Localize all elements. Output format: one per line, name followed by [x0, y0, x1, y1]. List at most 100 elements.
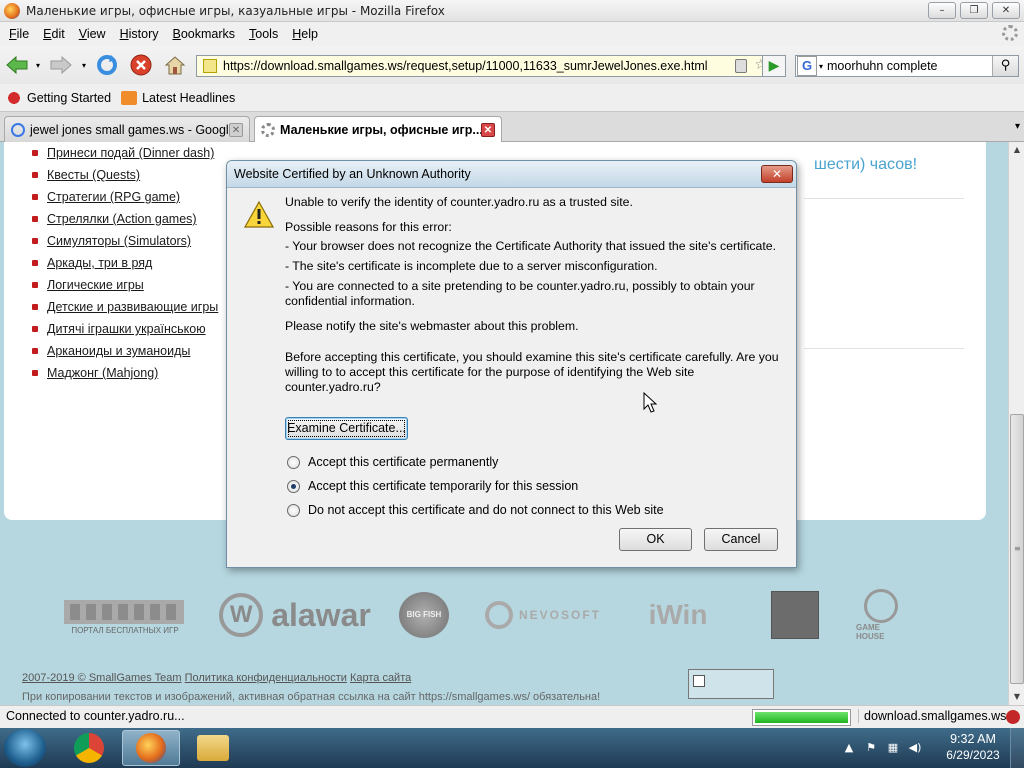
search-engine-dropdown-icon[interactable]: ▾ — [819, 62, 823, 71]
forward-arrow-icon — [50, 55, 72, 75]
category-link[interactable]: Дитячі іграшки українською — [47, 322, 206, 336]
menu-file[interactable]: File — [2, 27, 36, 41]
forward-button[interactable] — [48, 54, 74, 76]
menu-tools[interactable]: Tools — [242, 27, 285, 41]
address-url: https://download.smallgames.ws/request,s… — [223, 59, 708, 73]
vertical-scrollbar[interactable]: ▲ ≡ ▼ — [1008, 142, 1024, 705]
category-link[interactable]: Логические игры — [47, 278, 144, 292]
category-item[interactable]: Логические игры — [32, 274, 218, 296]
bookmark-getting-started[interactable]: Getting Started — [6, 90, 111, 105]
restore-button[interactable]: ❐ — [960, 2, 988, 19]
footer-privacy-link[interactable]: Политика конфиденциальности — [185, 672, 347, 684]
category-item[interactable]: Принеси подай (Dinner dash) — [32, 142, 218, 164]
action-center-flag-icon[interactable]: ⚑ — [864, 741, 878, 755]
category-link[interactable]: Принеси подай (Dinner dash) — [47, 146, 214, 160]
tab-list-icon[interactable]: ▾ — [1015, 121, 1020, 132]
stop-button[interactable] — [128, 54, 154, 76]
minimize-button[interactable]: – — [928, 2, 956, 19]
category-item[interactable]: Квесты (Quests) — [32, 164, 218, 186]
category-item[interactable]: Стратегии (RPG game) — [32, 186, 218, 208]
close-window-button[interactable]: ✕ — [992, 2, 1020, 19]
partner-logo-portal[interactable]: ПОРТАЛ БЕСПЛАТНЫХ ИГР — [60, 589, 190, 641]
loading-icon — [261, 123, 275, 137]
ok-button[interactable]: OK — [619, 528, 692, 551]
scroll-down-arrow-icon[interactable]: ▼ — [1009, 689, 1024, 705]
category-link[interactable]: Стрелялки (Action games) — [47, 212, 197, 226]
network-icon[interactable]: ▦ — [886, 741, 900, 755]
category-item[interactable]: Детские и развивающие игры — [32, 296, 218, 318]
counter-widget[interactable] — [688, 669, 774, 699]
category-item[interactable]: Симуляторы (Simulators) — [32, 230, 218, 252]
partner-logo-gamehouse[interactable]: GAME HOUSE — [856, 589, 906, 641]
menu-edit[interactable]: Edit — [36, 27, 72, 41]
system-clock[interactable]: 9:32 AM 6/29/2023 — [944, 732, 1002, 762]
tab-close-icon[interactable]: ✕ — [481, 123, 495, 137]
popup-blocked-icon[interactable] — [1006, 710, 1020, 724]
show-desktop-button[interactable] — [1010, 728, 1024, 768]
category-link[interactable]: Симуляторы (Simulators) — [47, 234, 191, 248]
partner-logo-nevosoft[interactable]: NEVOSOFT — [480, 589, 606, 641]
home-button[interactable] — [162, 54, 188, 76]
tab-close-icon[interactable]: ✕ — [229, 123, 243, 137]
taskbar-explorer[interactable] — [184, 730, 242, 766]
dialog-body: Unable to verify the identity of counter… — [285, 193, 779, 400]
start-button[interactable] — [4, 729, 46, 767]
bookmark-latest-headlines[interactable]: Latest Headlines — [121, 90, 235, 105]
back-button[interactable] — [4, 54, 30, 76]
menu-bookmarks[interactable]: Bookmarks — [166, 27, 243, 41]
cancel-button[interactable]: Cancel — [704, 528, 778, 551]
reload-button[interactable] — [94, 54, 120, 76]
footer-copyright-link[interactable]: 2007-2019 © SmallGames Team — [22, 672, 182, 684]
menu-help[interactable]: Help — [285, 27, 325, 41]
dialog-close-button[interactable]: ✕ — [761, 165, 793, 183]
bullet-icon — [32, 172, 38, 178]
address-bar[interactable]: https://download.smallgames.ws/request,s… — [196, 55, 786, 77]
radio-button[interactable] — [287, 479, 300, 493]
partner-logo-bigfish[interactable]: BIG FISH — [396, 589, 452, 641]
category-list: Принеси подай (Dinner dash) Квесты (Quest… — [32, 142, 218, 384]
radio-button[interactable] — [287, 503, 300, 517]
footer-sitemap-link[interactable]: Карта сайта — [350, 672, 411, 684]
category-link[interactable]: Квесты (Quests) — [47, 168, 140, 182]
site-identity-icon[interactable] — [203, 59, 217, 73]
taskbar-firefox[interactable] — [122, 730, 180, 766]
menu-view[interactable]: View — [72, 27, 113, 41]
partner-logo-iwin[interactable]: iWin — [628, 589, 728, 641]
dialog-reason: - You are connected to a site pretending… — [285, 279, 755, 308]
scroll-up-arrow-icon[interactable]: ▲ — [1009, 142, 1024, 158]
category-item[interactable]: Арканоиды и зуманоиды — [32, 340, 218, 362]
category-item[interactable]: Маджонг (Mahjong) — [32, 362, 218, 384]
forward-history-dropdown[interactable]: ▾ — [79, 54, 89, 76]
category-link[interactable]: Детские и развивающие игры — [47, 300, 218, 314]
go-button[interactable]: ▶ — [762, 55, 786, 77]
back-history-dropdown[interactable]: ▾ — [33, 54, 43, 76]
examine-certificate-button[interactable]: Examine Certificate... — [285, 417, 408, 440]
option-do-not-accept[interactable]: Do not accept this certificate and do no… — [287, 500, 664, 520]
category-link[interactable]: Маджонг (Mahjong) — [47, 366, 158, 380]
alawar-w-icon: W — [219, 593, 264, 637]
category-link[interactable]: Аркады, три в ряд — [47, 256, 152, 270]
tab-google[interactable]: jewel jones small games.ws - Googl... ✕ — [4, 116, 250, 142]
warning-icon — [244, 201, 274, 228]
search-bar[interactable]: G ▾ moorhuhn complete ⚲ — [795, 55, 1019, 77]
category-item[interactable]: Аркады, три в ряд — [32, 252, 218, 274]
scrollbar-thumb[interactable]: ≡ — [1010, 414, 1024, 684]
option-accept-permanently[interactable]: Accept this certificate permanently — [287, 452, 498, 472]
category-item[interactable]: Стрелялки (Action games) — [32, 208, 218, 230]
volume-icon[interactable]: ◀) — [908, 741, 922, 755]
option-accept-session[interactable]: Accept this certificate temporarily for … — [287, 476, 578, 496]
search-engine-google-icon[interactable]: G — [797, 56, 817, 76]
show-hidden-icons-icon[interactable]: ▲ — [842, 741, 856, 755]
category-item[interactable]: Дитячі іграшки українською — [32, 318, 218, 340]
menu-history[interactable]: History — [113, 27, 166, 41]
taskbar-chrome[interactable] — [60, 730, 118, 766]
category-link[interactable]: Стратегии (RPG game) — [47, 190, 180, 204]
partner-logo-mahjong[interactable] — [770, 589, 820, 641]
radio-button[interactable] — [287, 455, 300, 469]
tab-smallgames[interactable]: Маленькие игры, офисные игр... ✕ — [254, 116, 502, 143]
partner-logo-alawar[interactable]: W alawar — [210, 589, 380, 641]
category-link[interactable]: Арканоиды и зуманоиды — [47, 344, 190, 358]
dialog-message: Unable to verify the identity of counter… — [285, 195, 633, 209]
security-lock-icon[interactable] — [735, 59, 747, 73]
search-magnifier-icon[interactable]: ⚲ — [992, 56, 1018, 76]
